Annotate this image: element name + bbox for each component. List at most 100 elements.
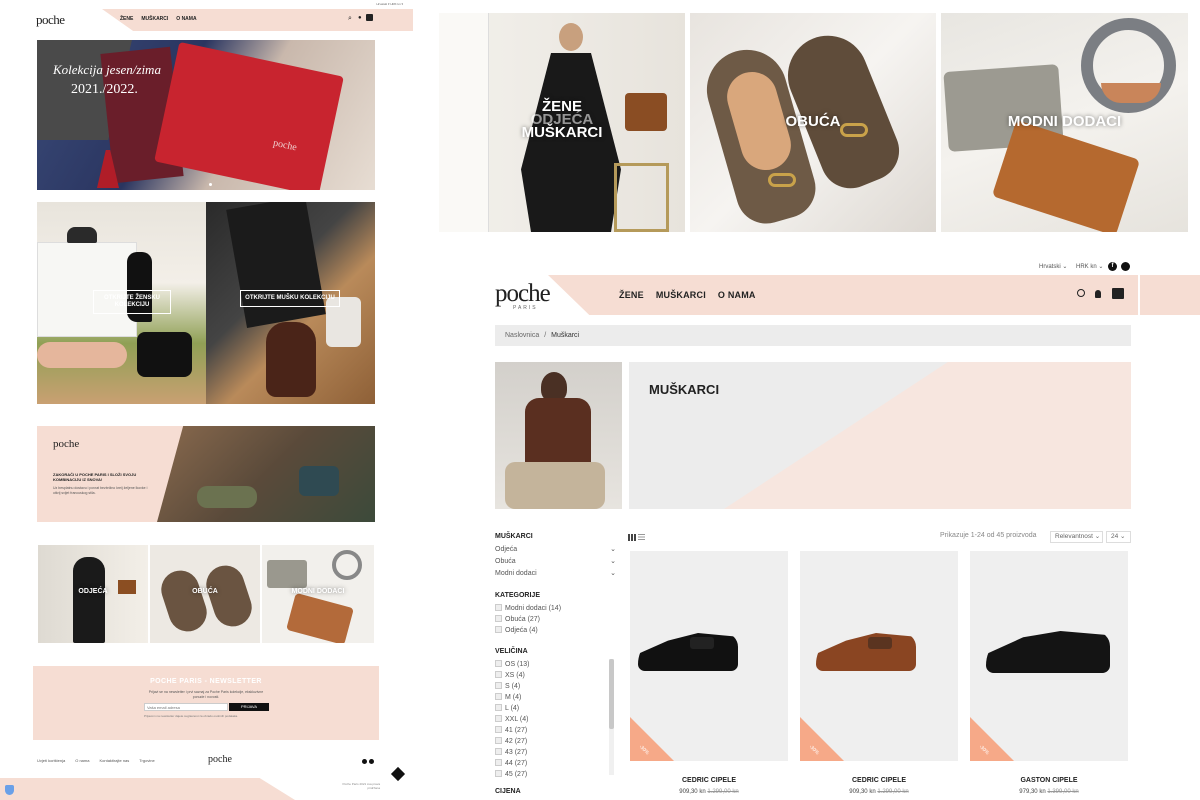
filter-category-clothing[interactable]: Odjeća (4) [495, 625, 620, 636]
promo-title: ZAKORAČI U POCHE PARIS I SLOŽI SVOJU KOM… [53, 472, 137, 482]
breadcrumb-home[interactable]: Naslovnica [505, 332, 539, 339]
mini-footer-instagram-icon[interactable] [369, 759, 374, 764]
checkbox[interactable] [495, 759, 502, 766]
search-icon[interactable] [1077, 289, 1085, 297]
banner-tile-shoes[interactable]: OBUĆA [690, 13, 936, 232]
language-select[interactable]: Hrvatski ⌄ [1039, 263, 1067, 270]
mini-nav-women[interactable]: ŽENE [120, 16, 133, 22]
chevron-down-icon[interactable]: ⌄ [610, 544, 616, 556]
mini-cat-shoes[interactable]: OBUĆA [150, 545, 260, 643]
trousers [226, 202, 326, 329]
footer-link-stores[interactable]: Trgovine [139, 758, 154, 763]
size-m[interactable]: M (4) [495, 692, 620, 703]
size-scrollbar[interactable] [609, 659, 614, 775]
grid-view-icon[interactable] [628, 534, 636, 541]
product-card[interactable]: -30% [630, 551, 788, 761]
list-view-icon[interactable] [638, 534, 645, 541]
user-icon[interactable] [1095, 290, 1101, 298]
mini-logo[interactable]: poche [36, 12, 65, 28]
promo-banner[interactable]: poche ZAKORAČI U POCHE PARIS I SLOŽI SVO… [37, 426, 375, 522]
mini-cat-clothing[interactable]: ODJEĆA [38, 545, 148, 643]
mini-hero-banner[interactable]: poche Kolekcija jesen/zima 2021./2022. [37, 40, 375, 190]
mini-cat-accessories[interactable]: MODNI DODACI [262, 545, 374, 643]
newsletter-text: Prijavi se na newsletter i prvi saznaj z… [148, 690, 264, 699]
checkbox[interactable] [495, 693, 502, 700]
facebook-icon[interactable]: f [1108, 262, 1117, 271]
brown-wallet [286, 592, 354, 643]
newsletter-submit-button[interactable]: PRIJAVA [229, 703, 269, 711]
per-page-select[interactable]: 24 ⌄ [1106, 531, 1131, 543]
hero-slider-dot[interactable] [209, 183, 212, 186]
filter-category-shoes[interactable]: Obuća (27) [495, 614, 620, 625]
privacy-shield-icon[interactable] [5, 785, 14, 795]
footer-link-about[interactable]: O nama [75, 758, 89, 763]
nav-men[interactable]: MUŠKARCI [656, 290, 706, 300]
women-collection-tile[interactable]: OTKRIJTE ŽENSKU KOLEKCIJU [37, 202, 206, 404]
product-card[interactable]: -30% [970, 551, 1128, 761]
mini-nav-about[interactable]: O NAMA [176, 16, 196, 22]
sort-select[interactable]: Relevantnost ⌄ [1050, 531, 1103, 543]
product-name[interactable]: CEDRIC CIPELE [800, 777, 958, 784]
women-collection-button[interactable]: OTKRIJTE ŽENSKU KOLEKCIJU [93, 290, 171, 314]
mini-cat-shoes-label: OBUĆA [192, 588, 218, 595]
product-name[interactable]: GASTON CIPELE [970, 777, 1128, 784]
footer-link-contact[interactable]: Kontaktirajte nas [99, 758, 129, 763]
checkbox[interactable] [495, 671, 502, 678]
banner-tile-accessories[interactable]: MODNI DODACI [941, 13, 1188, 232]
checkbox[interactable] [495, 726, 502, 733]
mini-search-icon[interactable]: ⌕ [348, 15, 352, 23]
mini-nav: ŽENE MUŠKARCI O NAMA [120, 16, 197, 22]
banner-shoes-label[interactable]: OBUĆA [690, 113, 936, 130]
size-xxl[interactable]: XXL (4) [495, 714, 620, 725]
size-43[interactable]: 43 (27) [495, 747, 620, 758]
size-scrollbar-thumb[interactable] [609, 659, 614, 729]
banner-men-label[interactable]: MUŠKARCI [439, 125, 685, 140]
checkbox[interactable] [495, 682, 502, 689]
cart-icon[interactable] [1112, 288, 1124, 299]
category-hero-image [495, 362, 622, 509]
mini-footer-logo: poche [208, 754, 232, 765]
currency-select[interactable]: HRK kn ⌄ [1076, 263, 1103, 270]
checkbox[interactable] [495, 715, 502, 722]
checkbox[interactable] [495, 737, 502, 744]
checkbox[interactable] [495, 615, 502, 622]
banner-tile-people[interactable]: ŽENE ODJEĆA MUŠKARCI [439, 13, 685, 232]
filter-shoes[interactable]: Obuća ⌄ [495, 556, 620, 568]
site-logo[interactable]: poche [495, 280, 551, 308]
nav-about[interactable]: O NAMA [718, 290, 756, 300]
size-41[interactable]: 41 (27) [495, 725, 620, 736]
checkbox[interactable] [495, 604, 502, 611]
men-collection-tile[interactable]: OTKRIJTE MUŠKU KOLEKCIJU [206, 202, 375, 404]
size-l[interactable]: L (4) [495, 703, 620, 714]
filter-accessories[interactable]: Modni dodaci ⌄ [495, 568, 620, 580]
size-os[interactable]: OS (13) [495, 659, 620, 670]
filter-clothing[interactable]: Odjeća ⌄ [495, 544, 620, 556]
instagram-icon[interactable] [1121, 262, 1130, 271]
chevron-down-icon[interactable]: ⌄ [610, 568, 616, 580]
size-s[interactable]: S (4) [495, 681, 620, 692]
newsletter-email-input[interactable] [144, 703, 228, 711]
size-42[interactable]: 42 (27) [495, 736, 620, 747]
chevron-down-icon[interactable]: ⌄ [610, 556, 616, 568]
mini-footer-facebook-icon[interactable] [362, 759, 367, 764]
product-card[interactable]: -30% [800, 551, 958, 761]
size-44[interactable]: 44 (27) [495, 758, 620, 769]
size-xs[interactable]: XS (4) [495, 670, 620, 681]
checkbox[interactable] [495, 660, 502, 667]
filter-category-accessories[interactable]: Modni dodaci (14) [495, 603, 620, 614]
footer-link-terms[interactable]: Uvjeti korištenja [37, 758, 65, 763]
banner-accessories-label[interactable]: MODNI DODACI [941, 113, 1188, 130]
checkbox[interactable] [495, 704, 502, 711]
mini-cart-icon[interactable] [366, 14, 373, 21]
mini-nav-men[interactable]: MUŠKARCI [141, 16, 168, 22]
mini-footer-links: Uvjeti korištenja O nama Kontaktirajte n… [37, 758, 155, 763]
checkbox[interactable] [495, 748, 502, 755]
shoe-tassel [690, 637, 714, 649]
checkbox[interactable] [495, 626, 502, 633]
nav-women[interactable]: ŽENE [619, 290, 644, 300]
mini-user-icon[interactable]: ● [358, 15, 362, 21]
product-name[interactable]: CEDRIC CIPELE [630, 777, 788, 784]
size-45[interactable]: 45 (27) [495, 769, 620, 780]
checkbox[interactable] [495, 770, 502, 777]
men-collection-button[interactable]: OTKRIJTE MUŠKU KOLEKCIJU [240, 290, 340, 307]
